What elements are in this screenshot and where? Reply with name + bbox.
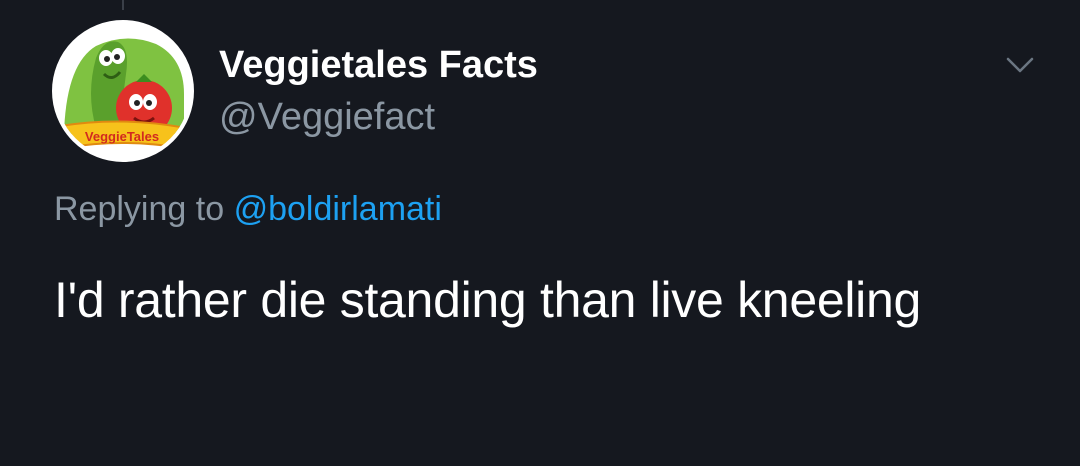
reply-prefix: Replying to <box>54 190 225 228</box>
chevron-down-icon <box>1006 57 1034 73</box>
tweet-menu-button[interactable] <box>1000 50 1040 80</box>
avatar[interactable]: VeggieTales <box>52 20 194 162</box>
reply-context: Replying to @boldirlamati <box>54 190 442 229</box>
logo-text: VeggieTales <box>85 129 159 144</box>
display-name[interactable]: Veggietales Facts <box>219 44 538 87</box>
veggietales-logo-icon: VeggieTales <box>56 24 190 158</box>
tweet-body: I'd rather die standing than live kneeli… <box>54 272 921 328</box>
user-handle[interactable]: @Veggiefact <box>219 96 435 139</box>
tweet: VeggieTales Veggietales Facts @Veggiefac… <box>0 0 1080 466</box>
reply-mention-link[interactable]: @boldirlamati <box>234 190 442 228</box>
